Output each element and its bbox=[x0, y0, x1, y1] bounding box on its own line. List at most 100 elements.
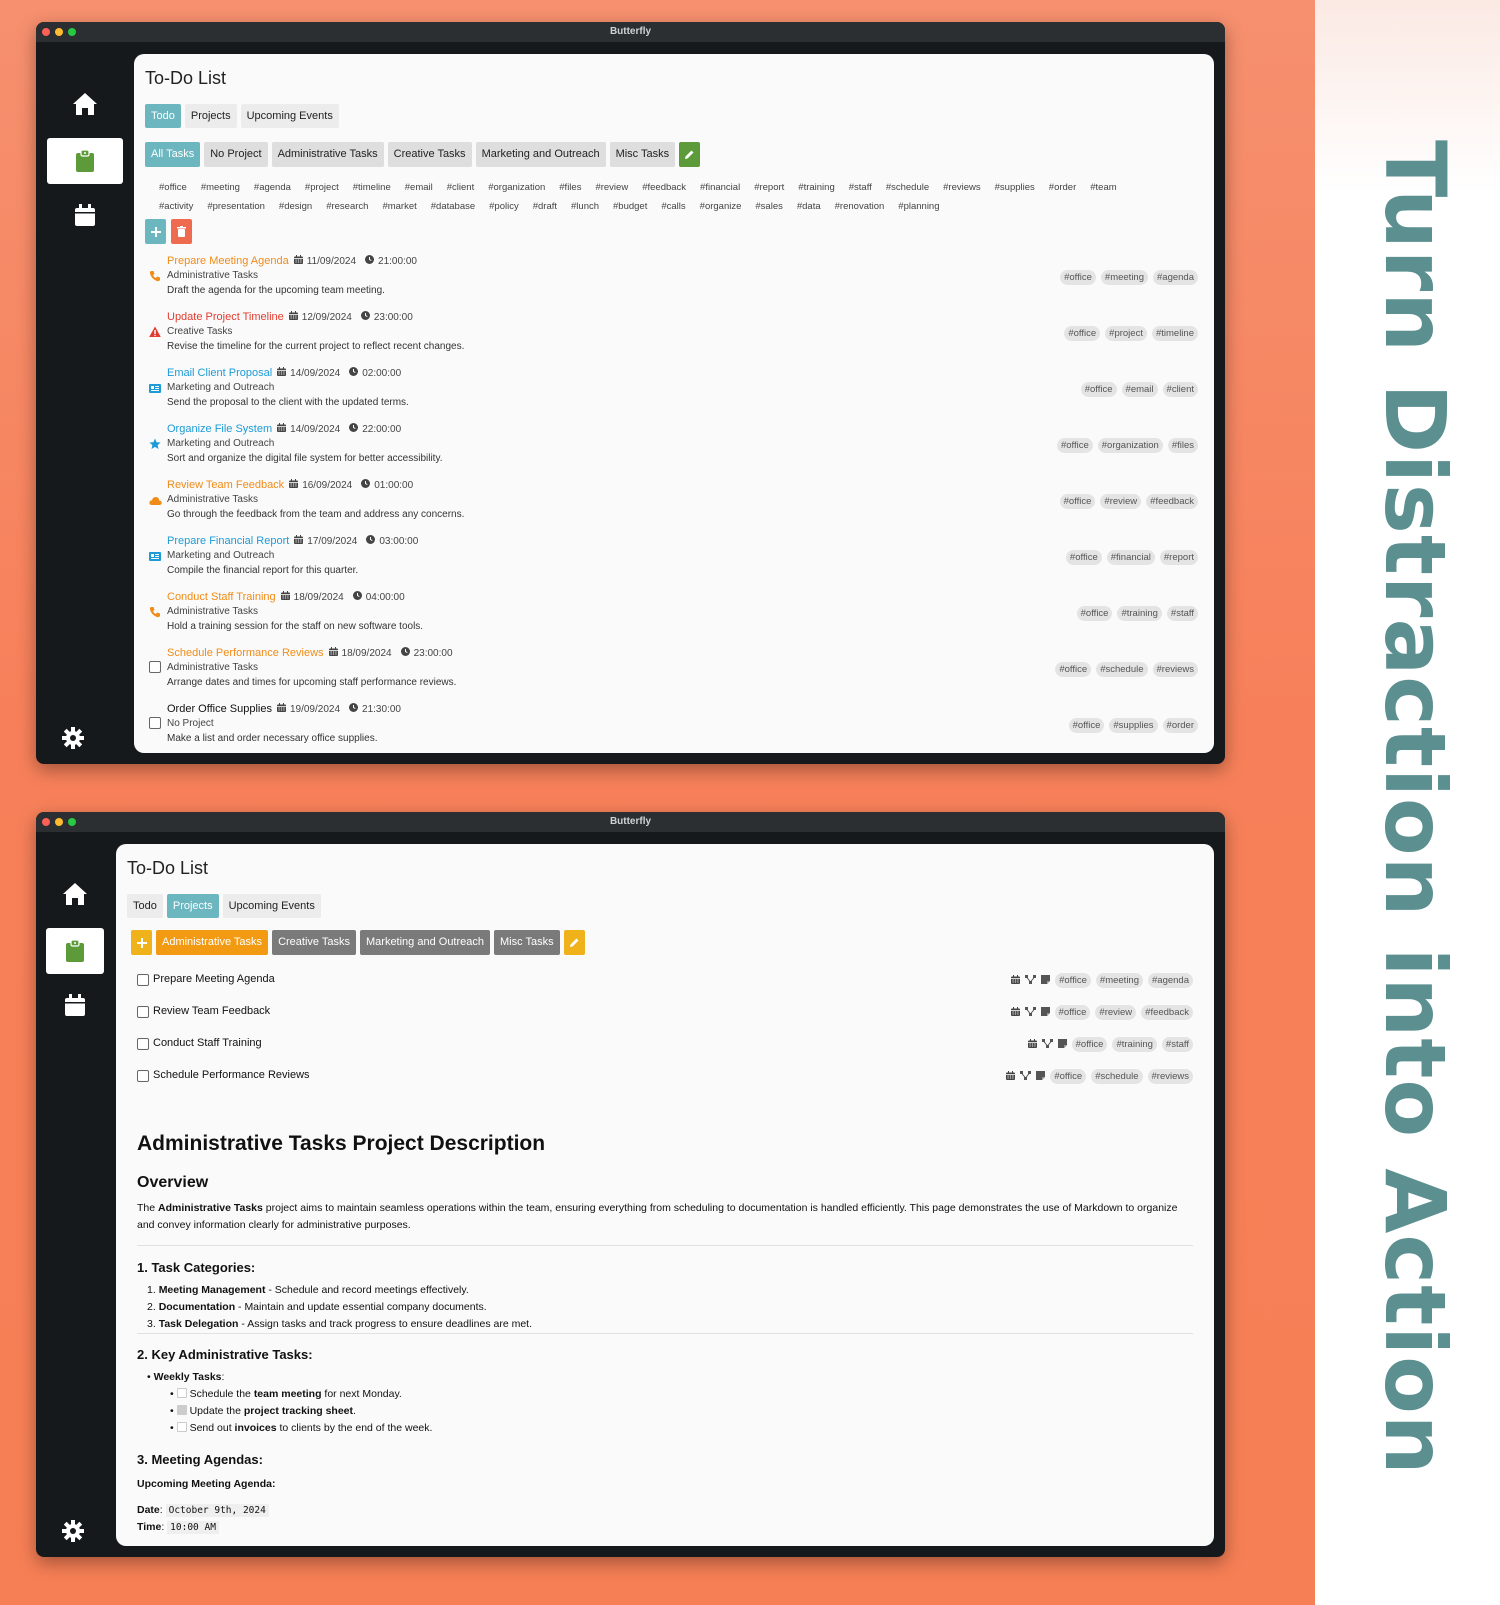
task-item[interactable]: Order Office Supplies 19/09/2024 21:30:00 N… bbox=[134, 703, 1214, 753]
tag-pill[interactable]: #office bbox=[1056, 438, 1093, 453]
task-checkbox[interactable] bbox=[176, 1405, 187, 1415]
task-checkbox[interactable] bbox=[176, 1388, 187, 1398]
task-item[interactable]: Schedule Performance Reviews 18/09/2024 23… bbox=[134, 647, 1214, 703]
tag-filter[interactable]: #design bbox=[279, 201, 312, 212]
sidebar-item-todo[interactable] bbox=[46, 928, 104, 974]
tag-filter[interactable]: #market bbox=[382, 201, 416, 212]
tag-filter[interactable]: #organize bbox=[700, 201, 742, 212]
tag-pill[interactable]: #project bbox=[1105, 326, 1147, 341]
task-item[interactable]: Prepare Financial Report 17/09/2024 03:00:… bbox=[134, 535, 1214, 591]
tag-filter[interactable]: #office bbox=[159, 182, 187, 193]
tag-pill[interactable]: #office bbox=[1059, 494, 1096, 509]
tag-pill[interactable]: #email bbox=[1121, 382, 1158, 397]
sidebar-item-settings[interactable] bbox=[62, 1520, 84, 1547]
task-item[interactable]: Review Team Feedback 16/09/2024 01:00:00 Ad… bbox=[134, 479, 1214, 535]
tag-pill[interactable]: #agenda bbox=[1153, 270, 1198, 285]
tab-projects[interactable]: Projects bbox=[184, 104, 237, 128]
tag-filter[interactable]: #reviews bbox=[943, 182, 981, 193]
filter-no-project[interactable]: No Project bbox=[204, 142, 268, 167]
tab-todo[interactable]: Todo bbox=[145, 104, 181, 128]
tag-filter[interactable]: #meeting bbox=[201, 182, 240, 193]
tag-filter[interactable]: #draft bbox=[533, 201, 557, 212]
tab-upcoming-events[interactable]: Upcoming Events bbox=[240, 104, 339, 128]
maximize-window-button[interactable] bbox=[68, 818, 76, 826]
task-item[interactable]: Prepare Meeting Agenda 11/09/2024 21:00:00… bbox=[134, 255, 1214, 311]
sidebar-item-calendar[interactable] bbox=[47, 192, 123, 238]
tag-filter[interactable]: #sales bbox=[755, 201, 782, 212]
tag-filter[interactable]: #timeline bbox=[353, 182, 391, 193]
tag-pill[interactable]: #supplies bbox=[1109, 718, 1158, 733]
sidebar-item-todo[interactable] bbox=[47, 138, 123, 184]
tag-filter[interactable]: #files bbox=[559, 182, 581, 193]
tag-filter[interactable]: #training bbox=[798, 182, 834, 193]
task-title[interactable]: Prepare Financial Report bbox=[167, 535, 289, 547]
minimize-window-button[interactable] bbox=[55, 28, 63, 36]
tag-filter[interactable]: #agenda bbox=[254, 182, 291, 193]
tag-filter[interactable]: #review bbox=[595, 182, 628, 193]
task-checkbox[interactable] bbox=[176, 1422, 187, 1432]
sidebar-item-settings[interactable] bbox=[62, 727, 84, 754]
tag-pill[interactable]: #client bbox=[1162, 382, 1198, 397]
tag-filter[interactable]: #project bbox=[305, 182, 339, 193]
tag-pill[interactable]: #timeline bbox=[1151, 326, 1198, 341]
delete-task-button[interactable] bbox=[171, 219, 192, 244]
sidebar-item-calendar[interactable] bbox=[46, 982, 104, 1028]
tag-filter[interactable]: #schedule bbox=[886, 182, 929, 193]
task-item[interactable]: Email Client Proposal 14/09/2024 02:00:00 M… bbox=[134, 367, 1214, 423]
tag-pill[interactable]: #order bbox=[1162, 718, 1198, 733]
filter-marketing-outreach[interactable]: Marketing and Outreach bbox=[475, 142, 606, 167]
tag-filter[interactable]: #supplies bbox=[995, 182, 1035, 193]
tag-filter[interactable]: #order bbox=[1049, 182, 1076, 193]
tag-pill[interactable]: #office bbox=[1068, 718, 1105, 733]
tag-filter[interactable]: #staff bbox=[849, 182, 872, 193]
task-title[interactable]: Update Project Timeline bbox=[167, 311, 284, 323]
checkbox-icon[interactable] bbox=[149, 717, 161, 729]
tag-filter[interactable]: #planning bbox=[898, 201, 939, 212]
tag-filter[interactable]: #team bbox=[1090, 182, 1116, 193]
task-item[interactable]: Organize File System 14/09/2024 22:00:00 Ma… bbox=[134, 423, 1214, 479]
tag-filter[interactable]: #organization bbox=[488, 182, 545, 193]
tag-filter[interactable]: #renovation bbox=[835, 201, 885, 212]
tag-filter[interactable]: #feedback bbox=[642, 182, 686, 193]
tag-filter[interactable]: #research bbox=[326, 201, 368, 212]
tag-pill[interactable]: #staff bbox=[1166, 606, 1198, 621]
task-title[interactable]: Order Office Supplies bbox=[167, 703, 272, 715]
tag-pill[interactable]: #files bbox=[1167, 438, 1198, 453]
task-title[interactable]: Email Client Proposal bbox=[167, 367, 272, 379]
task-title[interactable]: Conduct Staff Training bbox=[167, 591, 276, 603]
tag-filter[interactable]: #client bbox=[447, 182, 474, 193]
tag-pill[interactable]: #financial bbox=[1106, 550, 1155, 565]
tag-pill[interactable]: #reviews bbox=[1152, 662, 1198, 677]
tag-pill[interactable]: #feedback bbox=[1146, 494, 1198, 509]
tag-pill[interactable]: #office bbox=[1080, 382, 1117, 397]
sidebar-item-home[interactable] bbox=[46, 871, 104, 917]
tag-filter[interactable]: #presentation bbox=[207, 201, 265, 212]
tag-pill[interactable]: #office bbox=[1076, 606, 1113, 621]
tag-filter[interactable]: #database bbox=[431, 201, 475, 212]
tag-pill[interactable]: #office bbox=[1064, 326, 1101, 341]
tag-pill[interactable]: #organization bbox=[1097, 438, 1163, 453]
tag-pill[interactable]: #office bbox=[1055, 662, 1092, 677]
task-item[interactable]: Update Project Timeline 12/09/2024 23:00:0… bbox=[134, 311, 1214, 367]
maximize-window-button[interactable] bbox=[68, 28, 76, 36]
filter-misc-tasks[interactable]: Misc Tasks bbox=[609, 142, 676, 167]
tag-pill[interactable]: #review bbox=[1100, 494, 1142, 509]
minimize-window-button[interactable] bbox=[55, 818, 63, 826]
filter-creative-tasks[interactable]: Creative Tasks bbox=[387, 142, 472, 167]
tag-filter[interactable]: #activity bbox=[159, 201, 193, 212]
tag-pill[interactable]: #office bbox=[1065, 550, 1102, 565]
task-title[interactable]: Organize File System bbox=[167, 423, 272, 435]
tag-pill[interactable]: #training bbox=[1117, 606, 1162, 621]
filter-all-tasks[interactable]: All Tasks bbox=[145, 142, 201, 167]
tag-filter[interactable]: #calls bbox=[661, 201, 685, 212]
tag-filter[interactable]: #data bbox=[797, 201, 821, 212]
close-window-button[interactable] bbox=[42, 28, 50, 36]
task-title[interactable]: Schedule Performance Reviews bbox=[167, 647, 324, 659]
tag-filter[interactable]: #email bbox=[405, 182, 433, 193]
tag-filter[interactable]: #lunch bbox=[571, 201, 599, 212]
tag-pill[interactable]: #schedule bbox=[1096, 662, 1148, 677]
checkbox-icon[interactable] bbox=[149, 661, 161, 673]
tag-filter[interactable]: #budget bbox=[613, 201, 647, 212]
tag-filter[interactable]: #financial bbox=[700, 182, 740, 193]
close-window-button[interactable] bbox=[42, 818, 50, 826]
